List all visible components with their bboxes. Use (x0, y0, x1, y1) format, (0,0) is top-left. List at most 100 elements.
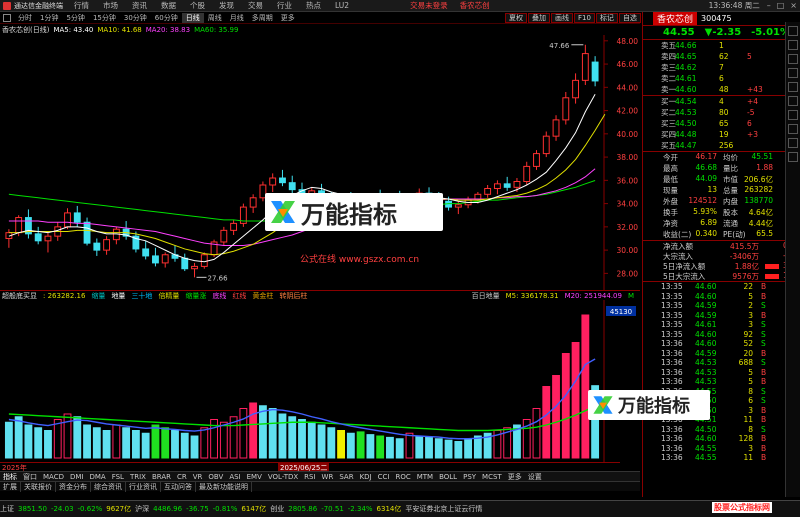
ma-legend: 香农芯创(日线) MA5: 43.40 MA10: 41.68 MA20: 38… (0, 25, 640, 35)
menu-item-hangqing[interactable]: 行情 (67, 0, 96, 11)
info-tab[interactable]: 综合资讯 (91, 481, 126, 492)
indicator-tab[interactable]: MACD (40, 473, 67, 481)
indicator-tab[interactable]: BRAR (149, 473, 174, 481)
y-tick-label: 34.00 (617, 200, 639, 209)
side-tool-icon[interactable] (788, 54, 798, 64)
indicator-tab[interactable]: ROC (392, 473, 413, 481)
menu-item-hangye[interactable]: 行业 (270, 0, 299, 11)
indicator-tab[interactable]: RSI (301, 473, 318, 481)
indicator-tab[interactable]: DMA (86, 473, 108, 481)
flow-bar (765, 274, 779, 279)
indicator-tab[interactable]: OBV (205, 473, 226, 481)
flow-row: 5日大宗流入9576万1% (643, 271, 800, 281)
info-tab[interactable]: 资金分布 (56, 481, 91, 492)
indicator-tab[interactable]: CCI (375, 473, 393, 481)
tab-fuquan[interactable]: 夏权 (505, 13, 527, 23)
menu-item-shichang[interactable]: 市场 (96, 0, 125, 11)
indicator-tab[interactable]: MTM (414, 473, 436, 481)
indicator-tab[interactable]: FSL (109, 473, 127, 481)
indicator-tab[interactable]: VR (190, 473, 206, 481)
indicator-tab[interactable]: VOL-TDX (265, 473, 301, 481)
indicator-tab[interactable]: CR (174, 473, 190, 481)
period-15min[interactable]: 15分钟 (89, 13, 120, 23)
fenshi-icon[interactable] (3, 13, 11, 22)
side-tool-icon[interactable] (788, 152, 798, 162)
side-tool-icon[interactable] (788, 40, 798, 50)
period-weekly[interactable]: 周线 (204, 13, 226, 23)
stat-row: 收益(二) 0.340 PE(动) 65.5 (643, 229, 800, 240)
tab-diejia[interactable]: 叠加 (528, 13, 550, 23)
side-toolbar (785, 22, 800, 497)
indicator-tab[interactable]: SAR (336, 473, 356, 481)
close-icon[interactable]: × (787, 1, 800, 10)
trade-stock-link[interactable]: 香农芯创 (454, 0, 496, 11)
indicator-tab[interactable]: MCST (479, 473, 505, 481)
side-tool-icon[interactable] (788, 68, 798, 78)
indicator-tab[interactable]: 设置 (525, 472, 545, 482)
menu-item-zixun[interactable]: 资讯 (125, 0, 154, 11)
period-60min[interactable]: 60分钟 (151, 13, 182, 23)
minimize-icon[interactable]: – (764, 1, 774, 10)
stat-value: 46.68 (695, 163, 717, 172)
volume-bar (268, 408, 277, 459)
indicator-tab[interactable]: KDJ (357, 473, 375, 481)
info-tabs: 扩展 关联报价 资金分布 综合资讯 行业资讯 互动问答 最及新功能说明 (0, 481, 640, 492)
indicator-tab[interactable]: WR (319, 473, 337, 481)
side-tool-icon[interactable] (788, 96, 798, 106)
period-multi[interactable]: 多周期 (248, 13, 277, 23)
indicator-tab[interactable]: 更多 (505, 472, 525, 482)
maximize-icon[interactable]: □ (774, 1, 788, 10)
side-tool-icon[interactable] (788, 26, 798, 36)
indicator-tab[interactable]: 指标 (0, 472, 20, 482)
stat-value: 4.44亿 (748, 219, 773, 228)
indicator-tab[interactable]: EMV (244, 473, 265, 481)
info-tab[interactable]: 关联报价 (21, 481, 56, 492)
info-tab[interactable]: 行业资讯 (126, 481, 161, 492)
tick-side: S (761, 424, 766, 434)
menu-item-faxian[interactable]: 发现 (212, 0, 241, 11)
menu-item-jiaoyi[interactable]: 交易 (241, 0, 270, 11)
flow-value: 9576万 (732, 272, 759, 281)
menu-item-lu2[interactable]: LU2 (328, 1, 356, 10)
volume-indicator-chart[interactable]: 45130 (0, 300, 640, 462)
tab-f10[interactable]: F10 (574, 13, 595, 23)
menu-item-redian[interactable]: 热点 (299, 0, 328, 11)
period-1min[interactable]: 1分钟 (36, 13, 62, 23)
menu-item-gegu[interactable]: 个股 (183, 0, 212, 11)
period-30min[interactable]: 30分钟 (120, 13, 151, 23)
indicator-legend-item: 三十地 (131, 291, 153, 300)
info-tab[interactable]: 互动问答 (161, 481, 196, 492)
tab-zixuan[interactable]: 自选 (618, 13, 641, 23)
side-tool-icon[interactable] (788, 110, 798, 120)
indicator-tab[interactable]: PSY (460, 473, 479, 481)
period-5min[interactable]: 5分钟 (62, 13, 88, 23)
indicator-tab[interactable]: ASI (226, 473, 243, 481)
indicator-tab[interactable]: DMI (67, 473, 87, 481)
tab-huaxian[interactable]: 画线 (551, 13, 573, 23)
stat-value: 4.64亿 (748, 208, 773, 217)
volume-bar (278, 413, 287, 459)
period-more[interactable]: 更多 (277, 13, 299, 23)
indicator-tab[interactable]: 窗口 (20, 472, 40, 482)
info-tab[interactable]: 扩展 (0, 481, 21, 492)
tick-row: 13:36 44.55 3 B (643, 444, 800, 454)
stat-value: 138770 (744, 196, 773, 205)
period-daily[interactable]: 日线 (181, 12, 204, 23)
side-tool-icon[interactable] (788, 138, 798, 148)
indicator-tab[interactable]: TRIX (127, 473, 149, 481)
period-fenshi[interactable]: 分时 (14, 13, 36, 23)
indicator-legend-item: 地量 (111, 291, 126, 300)
stat-label: 股本 (723, 208, 738, 217)
side-tool-icon[interactable] (788, 82, 798, 92)
indicator-tab[interactable]: BOLL (436, 473, 460, 481)
candle-body (581, 53, 589, 81)
tab-biaoji[interactable]: 标记 (595, 13, 618, 23)
trade-login-link[interactable]: 交易未登录 (404, 0, 454, 11)
info-tab[interactable]: 最及新功能说明 (196, 481, 252, 492)
menu-item-shuju[interactable]: 数据 (154, 0, 183, 11)
candle-body (220, 229, 228, 243)
period-monthly[interactable]: 月线 (226, 13, 248, 23)
low-label: 27.66 (208, 274, 229, 282)
side-tool-icon[interactable] (788, 124, 798, 134)
candle-body (513, 181, 521, 188)
